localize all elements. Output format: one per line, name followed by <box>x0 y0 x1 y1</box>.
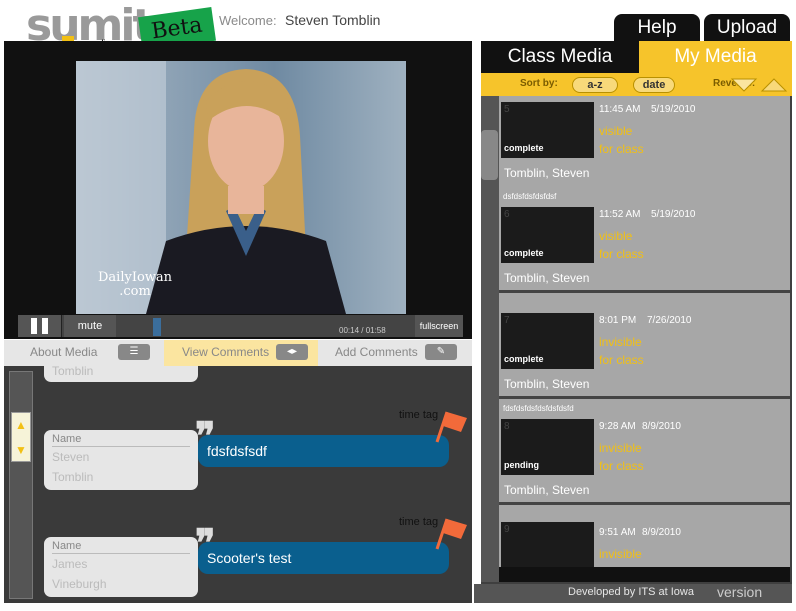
media-thumbnail: 5 complete <box>501 102 594 158</box>
comments-scroll-thumb[interactable]: ▲ ▼ <box>11 412 31 462</box>
welcome-label: Welcome: <box>219 13 277 28</box>
pause-button[interactable] <box>18 315 62 337</box>
pencil-icon: ✎ <box>425 344 457 360</box>
partial-name: Tomblin <box>52 364 94 378</box>
media-status: pending <box>504 460 539 470</box>
media-thumbnail: 9 <box>501 522 594 567</box>
upload-button[interactable]: Upload <box>704 14 790 42</box>
media-time: 9:28 AM <box>599 421 636 432</box>
author-name-label: Name <box>52 539 190 554</box>
comments-scrollbar[interactable] <box>9 371 33 599</box>
tab-about-media-label: About Media <box>30 345 98 359</box>
flag-icon[interactable] <box>431 408 471 444</box>
media-number: 7 <box>504 315 510 326</box>
media-date: 5/19/2010 <box>651 104 696 115</box>
list-icon: ☰ <box>118 344 150 360</box>
media-number: 6 <box>504 209 510 220</box>
media-thumbnail: 7 complete <box>501 313 594 369</box>
sort-label: Sort by: <box>520 78 558 89</box>
media-item[interactable]: 7 complete 8:01 PM 7/26/2010 invisible f… <box>499 293 790 399</box>
media-status: complete <box>504 248 544 258</box>
author-last-name: Vineburgh <box>52 577 107 591</box>
author-name-label: Name <box>52 432 190 447</box>
channel-watermark: DailyIowan .com <box>98 270 173 299</box>
pause-icon <box>31 318 37 334</box>
media-time: 11:45 AM <box>599 104 641 115</box>
tab-class-media[interactable]: Class Media <box>481 41 639 73</box>
media-title: dsfdsfdsfdsfdsf <box>503 192 557 201</box>
fullscreen-button[interactable]: fullscreen <box>415 315 463 337</box>
media-date: 7/26/2010 <box>647 315 692 326</box>
media-list-scroll-thumb[interactable] <box>481 130 498 180</box>
media-scope: for class <box>599 353 644 367</box>
flag-icon[interactable] <box>431 515 471 551</box>
media-owner: Tomblin, Steven <box>504 166 590 180</box>
media-thumbnail: 8 pending <box>501 419 594 475</box>
media-number: 8 <box>504 421 510 432</box>
reverse-toggle[interactable] <box>730 75 788 95</box>
pause-icon-bar <box>42 318 48 334</box>
media-visibility: visible <box>599 124 633 138</box>
footer: Developed by ITS at Iowa version <box>474 584 792 603</box>
tab-add-comments-label: Add Comments <box>335 345 418 359</box>
comment-author-card: Name James Vineburgh <box>44 537 198 597</box>
media-date: 8/9/2010 <box>642 421 681 432</box>
comment-author-card: Name Steven Tomblin <box>44 430 198 490</box>
eye-icon: ◂▸ <box>276 344 308 360</box>
media-item[interactable]: 5 complete 11:45 AM 5/19/2010 visible fo… <box>499 96 790 200</box>
video-frame[interactable]: DailyIowan .com <box>76 61 406 314</box>
media-visibility: invisible <box>599 335 642 349</box>
mute-button[interactable]: mute <box>64 315 116 337</box>
media-visibility: invisible <box>599 547 642 561</box>
media-time: 9:51 AM <box>599 527 636 538</box>
media-status: complete <box>504 354 544 364</box>
media-list-bottom <box>499 567 790 582</box>
tab-my-media[interactable]: My Media <box>639 41 792 73</box>
comment-text: fdsfdsfsdf <box>207 443 267 459</box>
version-label: version <box>717 584 763 600</box>
media-status: complete <box>504 143 544 153</box>
media-owner: Tomblin, Steven <box>504 483 590 497</box>
media-item[interactable]: fdsfdsfdsfdsfdsfdsfd 8 pending 9:28 AM 8… <box>499 399 790 505</box>
media-item[interactable]: 9 9:51 AM 8/9/2010 invisible <box>499 505 790 567</box>
progress-handle[interactable] <box>152 318 161 336</box>
media-time: 11:52 AM <box>599 209 641 220</box>
media-time: 8:01 PM <box>599 315 637 326</box>
media-number: 5 <box>504 104 510 115</box>
author-first-name: James <box>52 557 88 571</box>
media-date: 5/19/2010 <box>651 209 696 220</box>
playback-time: 00:14 / 01:58 <box>339 326 386 335</box>
comment-text: Scooter's test <box>207 550 292 566</box>
media-date: 8/9/2010 <box>642 527 681 538</box>
media-visibility: invisible <box>599 441 642 455</box>
media-owner: Tomblin, Steven <box>504 271 590 285</box>
media-scope: for class <box>599 247 644 261</box>
media-owner: Tomblin, Steven <box>504 377 590 391</box>
partial-name-card: Tomblin <box>44 364 198 382</box>
help-button[interactable]: Help <box>614 14 700 42</box>
media-title: fdsfdsfdsfdsfdsfdsfd <box>503 404 574 413</box>
comment-bubble[interactable]: Scooter's test <box>198 542 449 574</box>
media-item[interactable]: dsfdsfdsfdsfdsf 6 complete 11:52 AM 5/19… <box>499 187 790 293</box>
media-scope: for class <box>599 142 644 156</box>
comment-bubble[interactable]: fdsfdsfsdf <box>198 435 449 467</box>
media-number: 9 <box>504 524 510 535</box>
sort-date-button[interactable]: date <box>633 77 675 93</box>
author-first-name: Steven <box>52 450 90 464</box>
author-last-name: Tomblin <box>52 470 94 484</box>
user-name: Steven Tomblin <box>285 12 381 28</box>
tab-view-comments-label: View Comments <box>182 345 270 359</box>
developed-by: Developed by ITS at Iowa <box>568 586 694 598</box>
sort-az-button[interactable]: a-z <box>572 77 618 93</box>
media-visibility: visible <box>599 229 633 243</box>
media-thumbnail: 6 complete <box>501 207 594 263</box>
media-scope: for class <box>599 459 644 473</box>
